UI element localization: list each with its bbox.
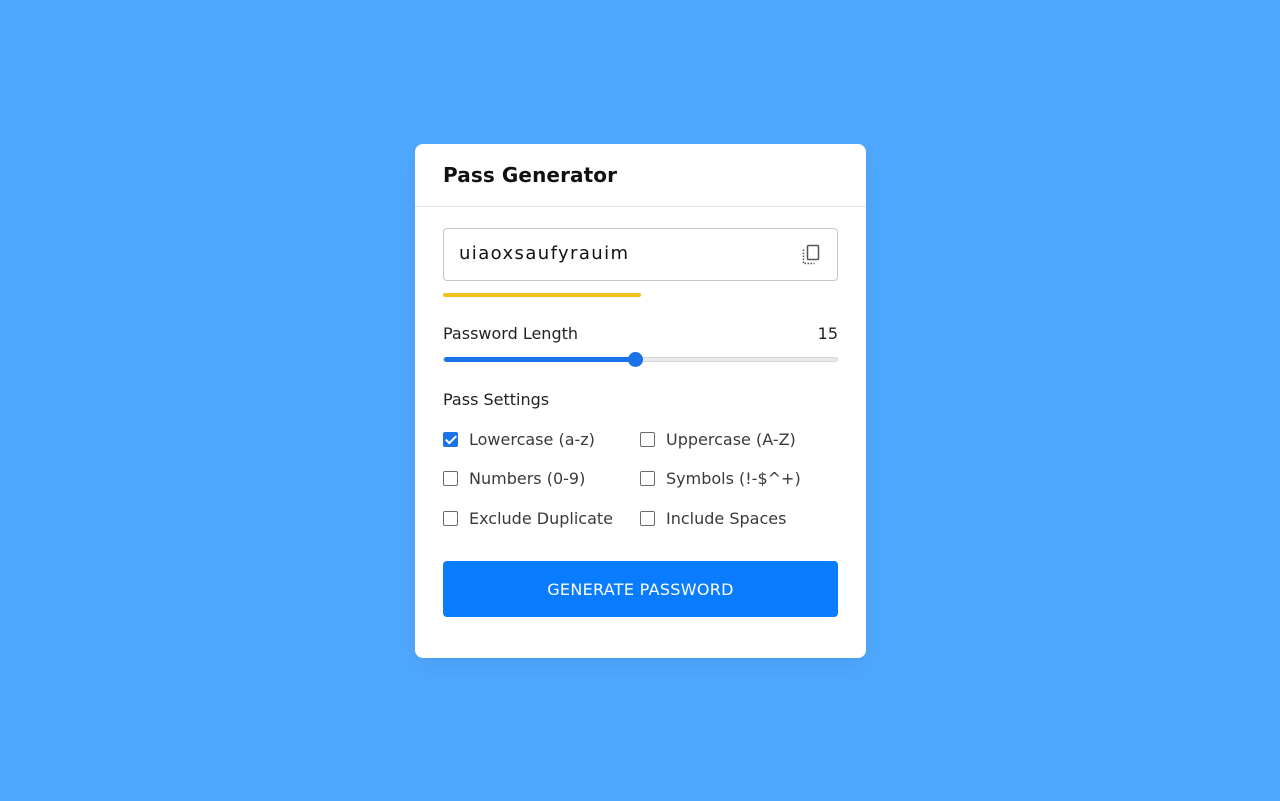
- lowercase-checkbox[interactable]: [443, 432, 458, 447]
- symbols-checkbox[interactable]: [640, 471, 655, 486]
- card-header: Pass Generator: [415, 144, 866, 207]
- password-length-slider[interactable]: [443, 352, 838, 367]
- password-strength-indicator: [443, 293, 641, 297]
- option-label: Symbols (!-$^+): [666, 469, 801, 488]
- password-output-field[interactable]: uiaoxsaufyrauim: [443, 228, 838, 281]
- option-label: Exclude Duplicate: [469, 509, 613, 528]
- option-label: Lowercase (a-z): [469, 430, 595, 449]
- generate-password-button[interactable]: GENERATE PASSWORD: [443, 561, 838, 617]
- pass-settings-label: Pass Settings: [443, 390, 550, 409]
- app-title: Pass Generator: [443, 163, 618, 187]
- option-label: Include Spaces: [666, 509, 787, 528]
- copy-icon[interactable]: [801, 244, 821, 266]
- uppercase-checkbox[interactable]: [640, 432, 655, 447]
- option-label: Numbers (0-9): [469, 469, 586, 488]
- password-value[interactable]: uiaoxsaufyrauim: [459, 243, 629, 264]
- slider-fill: [444, 357, 635, 362]
- option-label: Uppercase (A-Z): [666, 430, 796, 449]
- password-length-value: 15: [817, 324, 838, 343]
- password-generator-card: Pass Generator uiaoxsaufyrauim Password …: [415, 144, 866, 658]
- password-length-label: Password Length: [443, 324, 579, 343]
- exclude-duplicate-checkbox[interactable]: [443, 511, 458, 526]
- include-spaces-checkbox[interactable]: [640, 511, 655, 526]
- slider-thumb[interactable]: [628, 352, 643, 367]
- numbers-checkbox[interactable]: [443, 471, 458, 486]
